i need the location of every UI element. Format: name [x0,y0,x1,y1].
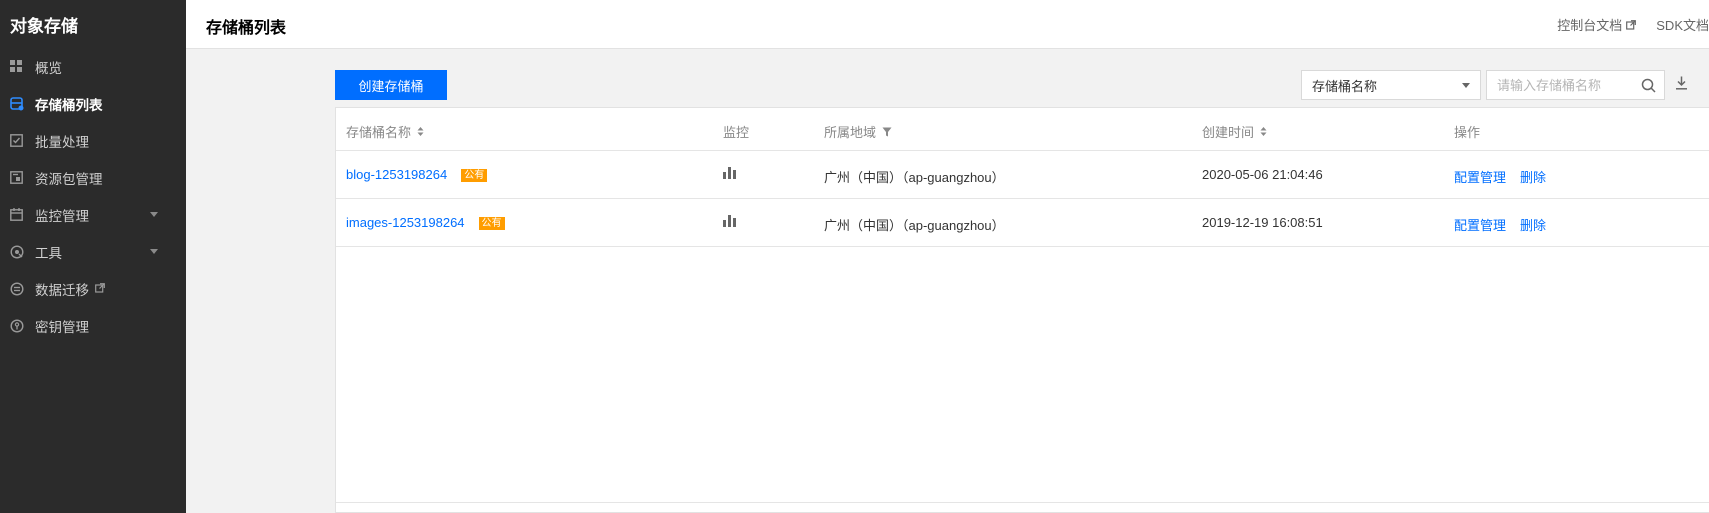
external-link-icon [1626,19,1637,30]
column-header-monitor: 监控 [723,125,750,140]
bucket-name-cell: images-1253198264 公有 [346,215,505,230]
sidebar-brand: 对象存储 [10,16,78,36]
sidebar-item-resource-pack[interactable]: 资源包管理 [0,159,186,196]
sidebar-item-label: 密钥管理 [35,319,89,335]
column-header-label: 所属地域 [824,125,877,140]
console-docs-link[interactable]: 控制台文档 [1557,15,1637,34]
tool-icon [9,244,24,259]
checklist-icon [9,133,24,148]
table-row: images-1253198264 公有 广州（中国）（ap-guangzhou… [336,199,1709,247]
sidebar-item-monitoring[interactable]: 监控管理 [0,196,186,233]
column-header-ops: 操作 [1454,125,1481,140]
sidebar: 对象存储 概览 存储桶列表 批量处理 资源包管理 监控管理 工具 数据迁移 密钥… [0,0,186,513]
table-row: blog-1253198264 公有 广州（中国）（ap-guangzhou） … [336,151,1709,199]
bucket-name-link[interactable]: images-1253198264 [346,215,465,230]
filter-icon [882,127,892,136]
bucket-table: 存储桶名称 监控 所属地域 创建时间 操作 blog-1253198264 公有… [335,107,1709,513]
bucket-icon [9,96,24,111]
column-header-name[interactable]: 存储桶名称 [346,122,424,141]
sidebar-item-key-management[interactable]: 密钥管理 [0,307,186,344]
region-cell: 广州（中国）（ap-guangzhou） [824,170,1005,185]
sidebar-item-label: 数据迁移 [35,282,89,298]
search-icon[interactable] [1641,78,1656,96]
column-header-label: 存储桶名称 [346,125,412,140]
sidebar-item-label: 资源包管理 [35,171,103,187]
bucket-name-link[interactable]: blog-1253198264 [346,167,447,182]
create-bucket-button[interactable]: 创建存储桶 [335,70,447,100]
key-icon [9,318,24,333]
sdk-docs-link[interactable]: SDK文档 [1656,15,1709,34]
sidebar-item-bucket-list[interactable]: 存储桶列表 [0,85,186,122]
ops-cell: 配置管理 删除 [1454,167,1560,186]
delete-link[interactable]: 删除 [1520,215,1546,234]
monitor-chart-icon[interactable] [723,167,736,179]
sidebar-item-label: 概览 [35,60,62,76]
console-docs-label: 控制台文档 [1557,18,1623,33]
config-manage-link[interactable]: 配置管理 [1454,167,1506,186]
public-badge: 公有 [461,169,488,182]
sidebar-item-label: 存储桶列表 [35,97,103,113]
column-header-region[interactable]: 所属地域 [824,122,892,141]
sidebar-item-label: 监控管理 [35,208,89,224]
table-footer-divider [336,502,1709,503]
created-time-cell: 2020-05-06 21:04:46 [1202,167,1323,182]
filter-field-select[interactable]: 存储桶名称 [1301,70,1481,100]
header-links: 控制台文档 SDK文档 [1537,15,1709,34]
sdk-docs-label: SDK文档 [1656,18,1709,33]
created-time-cell: 2019-12-19 16:08:51 [1202,215,1323,230]
page-title: 存储桶列表 [206,20,287,37]
chevron-down-icon [150,249,158,254]
search-box [1486,70,1665,100]
sort-icon [1260,127,1267,136]
download-icon[interactable] [1675,76,1688,93]
sidebar-item-tools[interactable]: 工具 [0,233,186,270]
external-link-icon [95,281,105,296]
search-input[interactable] [1487,71,1632,99]
sidebar-item-batch[interactable]: 批量处理 [0,122,186,159]
grid-icon [9,59,24,74]
filter-field-value: 存储桶名称 [1312,78,1378,94]
ops-cell: 配置管理 删除 [1454,215,1560,234]
chevron-down-icon [1462,83,1470,88]
table-header: 存储桶名称 监控 所属地域 创建时间 操作 [336,108,1709,151]
public-badge: 公有 [478,217,505,230]
sidebar-item-label: 批量处理 [35,134,89,150]
sidebar-item-overview[interactable]: 概览 [0,48,186,85]
top-header: 存储桶列表 控制台文档 SDK文档 [186,0,1709,49]
chevron-down-icon [150,212,158,217]
sidebar-item-data-migration[interactable]: 数据迁移 [0,270,186,307]
calendar-icon [9,207,24,222]
package-icon [9,170,24,185]
delete-link[interactable]: 删除 [1520,167,1546,186]
sidebar-item-label: 工具 [35,245,62,261]
region-cell: 广州（中国）（ap-guangzhou） [824,218,1005,233]
migration-icon [9,281,24,296]
column-header-created[interactable]: 创建时间 [1202,122,1267,141]
sort-icon [417,127,424,136]
config-manage-link[interactable]: 配置管理 [1454,215,1506,234]
bucket-name-cell: blog-1253198264 公有 [346,167,488,182]
column-header-label: 创建时间 [1202,125,1255,140]
monitor-chart-icon[interactable] [723,215,736,227]
